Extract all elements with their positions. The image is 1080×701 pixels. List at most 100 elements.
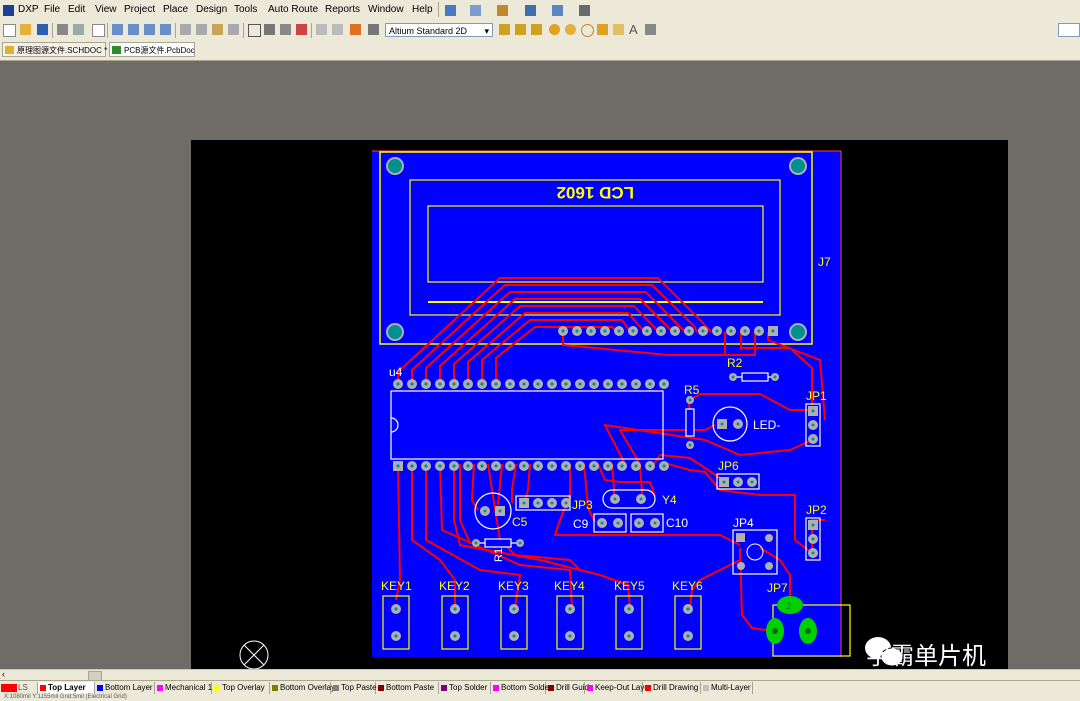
key3-label: KEY3 <box>498 579 529 593</box>
lcd-pin <box>572 326 582 336</box>
layer-tab-keep-out-layer[interactable]: Keep-Out Layer <box>585 682 651 694</box>
key-pin <box>509 604 519 614</box>
u4-pin <box>533 461 543 471</box>
layer-tab-label: Top Paste <box>341 683 377 692</box>
y4-label: Y4 <box>662 493 677 507</box>
u4-pin <box>589 379 599 389</box>
layer-tab-bottom-layer[interactable]: Bottom Layer <box>95 682 155 694</box>
layer-tab-label: Mechanical 1 <box>165 683 213 692</box>
pcb-canvas[interactable]: LCD 1602 J7 u4 R2 R5 LED- JP1 JP6 JP2 C5… <box>0 0 1080 701</box>
jp4-label: JP4 <box>733 516 754 530</box>
key-pin <box>565 631 575 641</box>
layer-set-tab[interactable]: LS <box>0 682 38 694</box>
c10-label: C10 <box>666 516 688 530</box>
u4-pin <box>631 461 641 471</box>
lcd-pin <box>614 326 624 336</box>
layer-tab-drill-drawing[interactable]: Drill Drawing <box>643 682 701 694</box>
u4-pin <box>463 379 473 389</box>
layer-tab-label: Drill Drawing <box>653 683 699 692</box>
key-pin <box>683 604 693 614</box>
layer-tab-label: Bottom Paste <box>386 683 435 692</box>
r2-label: R2 <box>727 356 743 370</box>
u4-pin <box>393 379 403 389</box>
layer-tab-label: Top Solder <box>449 683 488 692</box>
layer-color-swatch <box>157 685 163 691</box>
u4-pin <box>659 461 669 471</box>
layer-tab-top-overlay[interactable]: Top Overlay <box>212 682 270 694</box>
u4-pin <box>659 379 669 389</box>
u4-pin <box>477 379 487 389</box>
u4-pin <box>491 461 501 471</box>
r1-label: R1 <box>493 548 505 562</box>
u4-pin <box>491 379 501 389</box>
j7-label: J7 <box>818 255 831 269</box>
lcd-pin <box>740 326 750 336</box>
layer-tab-top-solder[interactable]: Top Solder <box>439 682 491 694</box>
key-pin <box>565 604 575 614</box>
layer-color-swatch <box>40 685 46 691</box>
layer-color-swatch <box>272 685 278 691</box>
layer-tab-top-layer[interactable]: Top Layer <box>38 682 95 694</box>
scroll-left-icon[interactable]: ‹ <box>2 669 5 679</box>
layer-tab-label: Top Overlay <box>222 683 265 692</box>
u4-pin <box>519 461 529 471</box>
u4-pin <box>449 461 459 471</box>
layer-set-label: LS <box>18 683 28 692</box>
status-bar: X:1080mil Y:1155mil Grid:5mil (Electrica… <box>0 694 1080 701</box>
layer-tab-bottom-solder[interactable]: Bottom Solder <box>491 682 552 694</box>
key6-label: KEY6 <box>672 579 703 593</box>
layer-tab-bottom-paste[interactable]: Bottom Paste <box>376 682 439 694</box>
layer-color-swatch <box>214 685 220 691</box>
c5-label: C5 <box>512 515 528 529</box>
jp6-label: JP6 <box>718 459 739 473</box>
u4-pin <box>617 461 627 471</box>
led-label: LED- <box>753 418 780 432</box>
key1-label: KEY1 <box>381 579 412 593</box>
lcd-pin <box>628 326 638 336</box>
lcd-pin <box>642 326 652 336</box>
u4-pin <box>407 379 417 389</box>
u4-pin <box>449 379 459 389</box>
key-pin <box>624 604 634 614</box>
u4-pin <box>505 379 515 389</box>
layer-color-swatch <box>333 685 339 691</box>
u4-pin <box>435 379 445 389</box>
watermark-text: 学霸单片机 <box>866 642 986 670</box>
layer-tab-mechanical-1[interactable]: Mechanical 1 <box>155 682 212 694</box>
key5-label: KEY5 <box>614 579 645 593</box>
lcd-pin <box>656 326 666 336</box>
layer-tab-multi-layer[interactable]: Multi-Layer <box>701 682 753 694</box>
u4-pin <box>519 379 529 389</box>
layer-color-swatch <box>378 685 384 691</box>
layer-tab-bottom-overlay[interactable]: Bottom Overlay <box>270 682 335 694</box>
layer-color-swatch <box>441 685 447 691</box>
status-text: X:1080mil Y:1155mil Grid:5mil (Electrica… <box>4 694 127 700</box>
lcd-pin <box>726 326 736 336</box>
jp2-label: JP2 <box>806 503 827 517</box>
key-pin <box>391 604 401 614</box>
jp2-header[interactable] <box>805 517 821 561</box>
u4-pin <box>645 461 655 471</box>
layer-tabs-bar: LS Top Layer Bottom Layer Mechanical 1 Top … <box>0 680 1080 695</box>
layer-tab-label: Top Layer <box>48 683 86 692</box>
key2-label: KEY2 <box>439 579 470 593</box>
key-pin <box>683 631 693 641</box>
key4-label: KEY4 <box>554 579 585 593</box>
u4-pin <box>547 461 557 471</box>
lcd-label: LCD 1602 <box>557 183 634 202</box>
origin-marker-icon <box>239 640 269 670</box>
jp3-label: JP3 <box>572 498 593 512</box>
jp1-header[interactable] <box>805 403 821 447</box>
u4-pin <box>407 461 417 471</box>
u4-pin <box>533 379 543 389</box>
lcd-pin <box>754 326 764 336</box>
layer-tab-top-paste[interactable]: Top Paste <box>331 682 377 694</box>
lcd-pin <box>712 326 722 336</box>
layer-tab-drill-guide[interactable]: Drill Guide <box>546 682 593 694</box>
lcd-pin <box>698 326 708 336</box>
key-pin <box>391 631 401 641</box>
layer-color-swatch <box>587 685 593 691</box>
u4-pin <box>547 379 557 389</box>
lcd-pin <box>768 326 778 336</box>
lcd-pin <box>684 326 694 336</box>
